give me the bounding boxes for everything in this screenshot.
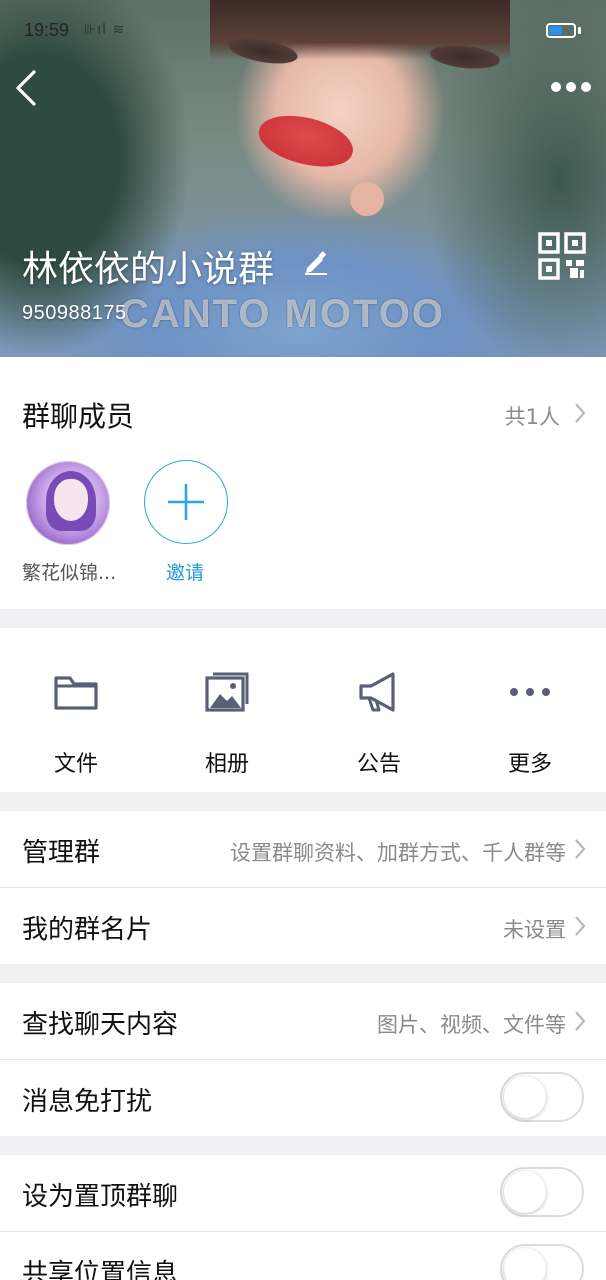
row-label: 消息免打扰: [22, 1087, 153, 1117]
share-location-toggle[interactable]: [500, 1244, 584, 1280]
folder-icon: [54, 676, 98, 710]
manage-group-row[interactable]: 管理群 设置群聊资料、加群方式、千人群等: [0, 811, 606, 887]
row-label: 我的群名片: [22, 915, 153, 945]
group-card-row[interactable]: 我的群名片 未设置: [0, 888, 606, 964]
group-name[interactable]: 林依依的小说群: [22, 240, 274, 292]
member-name: 繁花似锦...: [22, 562, 117, 584]
more-dots-icon: [510, 688, 550, 696]
share-location-row: 共享位置信息: [0, 1232, 606, 1280]
edit-icon[interactable]: [302, 248, 330, 276]
more-options-button[interactable]: [548, 78, 594, 96]
tool-announcement[interactable]: 公告: [319, 660, 439, 777]
status-time: 19:59: [24, 20, 70, 40]
chevron-right-icon: [575, 403, 586, 423]
tool-files[interactable]: 文件: [16, 660, 136, 777]
search-history-row[interactable]: 查找聊天内容 图片、视频、文件等: [0, 983, 606, 1059]
invite-button[interactable]: [144, 460, 228, 544]
chevron-left-icon: [16, 70, 36, 106]
cover-watermark: CANTO MOTOO: [120, 292, 445, 336]
mute-toggle[interactable]: [500, 1072, 584, 1122]
pin-row: 设为置顶群聊: [0, 1155, 606, 1231]
tool-label: 更多: [507, 752, 552, 777]
chevron-right-icon: [575, 916, 586, 936]
tool-label: 公告: [356, 752, 401, 777]
battery-icon: [546, 23, 576, 38]
row-label: 共享位置信息: [22, 1259, 179, 1280]
chevron-right-icon: [575, 839, 586, 859]
tool-more[interactable]: 更多: [470, 660, 590, 777]
row-value: 未设置: [503, 918, 566, 942]
tool-label: 文件: [53, 752, 98, 777]
row-label: 设为置顶群聊: [22, 1182, 179, 1212]
pin-toggle[interactable]: [500, 1167, 584, 1217]
back-button[interactable]: [12, 66, 42, 110]
members-count[interactable]: 共1人: [505, 401, 560, 431]
qr-code-icon: [538, 232, 586, 280]
row-label: 管理群: [22, 838, 101, 868]
row-value: 图片、视频、文件等: [377, 1013, 566, 1037]
qr-code-button[interactable]: [538, 232, 586, 280]
status-bar: 19:59 ⊪ıl ≋: [0, 0, 606, 60]
plus-icon: [167, 483, 204, 520]
row-label: 查找聊天内容: [22, 1010, 179, 1040]
photo-album-icon: [205, 672, 249, 712]
group-id: 950988175: [22, 302, 127, 324]
megaphone-icon: [359, 672, 395, 712]
members-title[interactable]: 群聊成员: [22, 395, 134, 435]
more-dots-icon: [551, 82, 591, 92]
row-value: 设置群聊资料、加群方式、千人群等: [230, 841, 566, 865]
invite-label[interactable]: 邀请: [166, 558, 204, 585]
chevron-right-icon: [575, 1011, 586, 1031]
mute-row: 消息免打扰: [0, 1060, 606, 1136]
signal-icon: ⊪ıl ≋: [84, 22, 126, 38]
tool-label: 相册: [204, 752, 249, 777]
tool-album[interactable]: 相册: [167, 660, 287, 777]
avatar[interactable]: [26, 461, 110, 545]
